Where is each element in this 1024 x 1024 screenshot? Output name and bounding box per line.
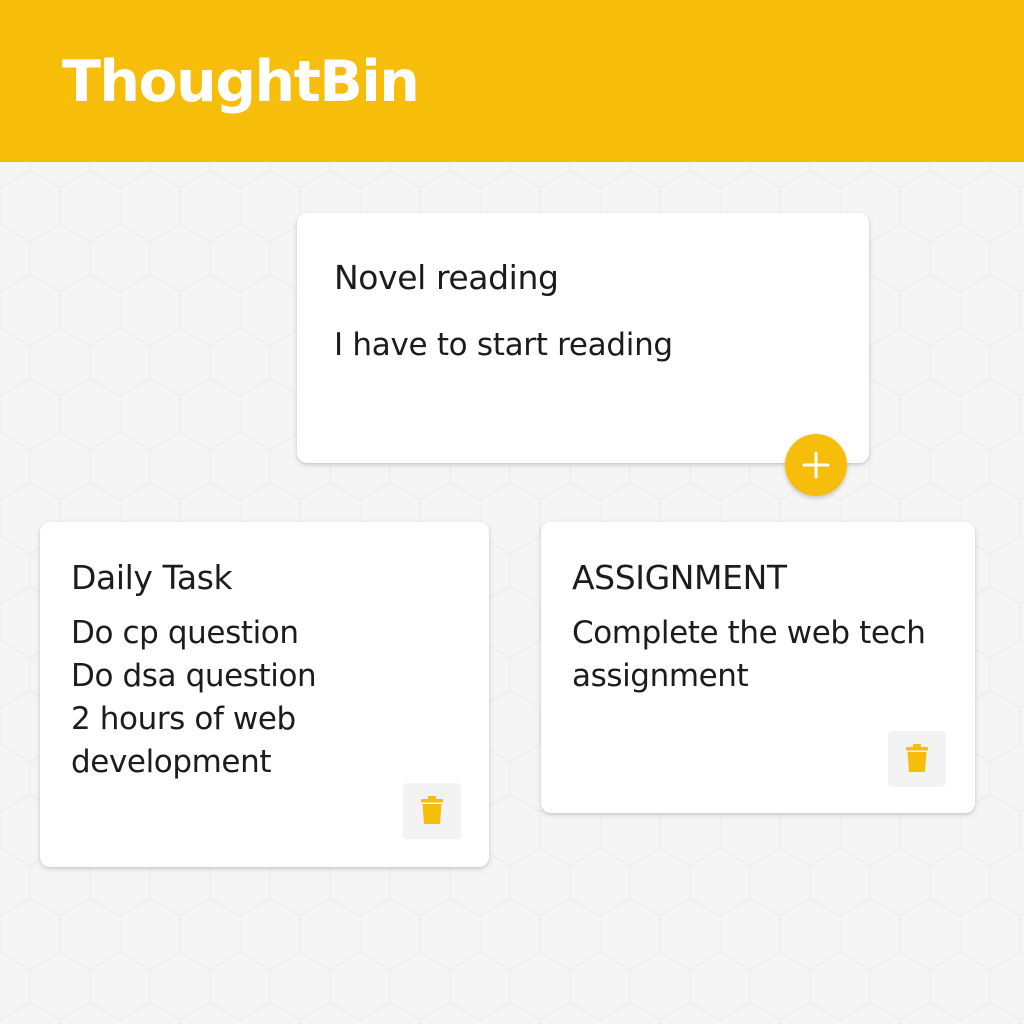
note-content: Complete the web tech assignment <box>572 615 926 694</box>
composer-title-input[interactable]: Novel reading <box>334 257 559 299</box>
app-header: ThoughtBin <box>0 0 1024 162</box>
note-composer[interactable]: Novel reading I have to start reading <box>297 213 869 463</box>
note-card: ASSIGNMENT Complete the web tech assignm… <box>541 522 975 813</box>
add-note-button[interactable] <box>785 434 847 496</box>
plus-icon <box>802 451 830 479</box>
trash-icon <box>421 796 443 824</box>
trash-icon <box>906 744 928 772</box>
delete-note-button[interactable] <box>403 783 461 839</box>
delete-note-button[interactable] <box>888 731 946 787</box>
note-card: Daily Task Do cp question Do dsa questio… <box>40 522 489 867</box>
note-title: ASSIGNMENT <box>572 558 787 597</box>
composer-content-input[interactable]: I have to start reading <box>334 325 673 365</box>
app-title: ThoughtBin <box>62 49 420 115</box>
note-title: Daily Task <box>71 558 233 597</box>
note-content: Do cp question Do dsa question 2 hours o… <box>71 615 317 780</box>
